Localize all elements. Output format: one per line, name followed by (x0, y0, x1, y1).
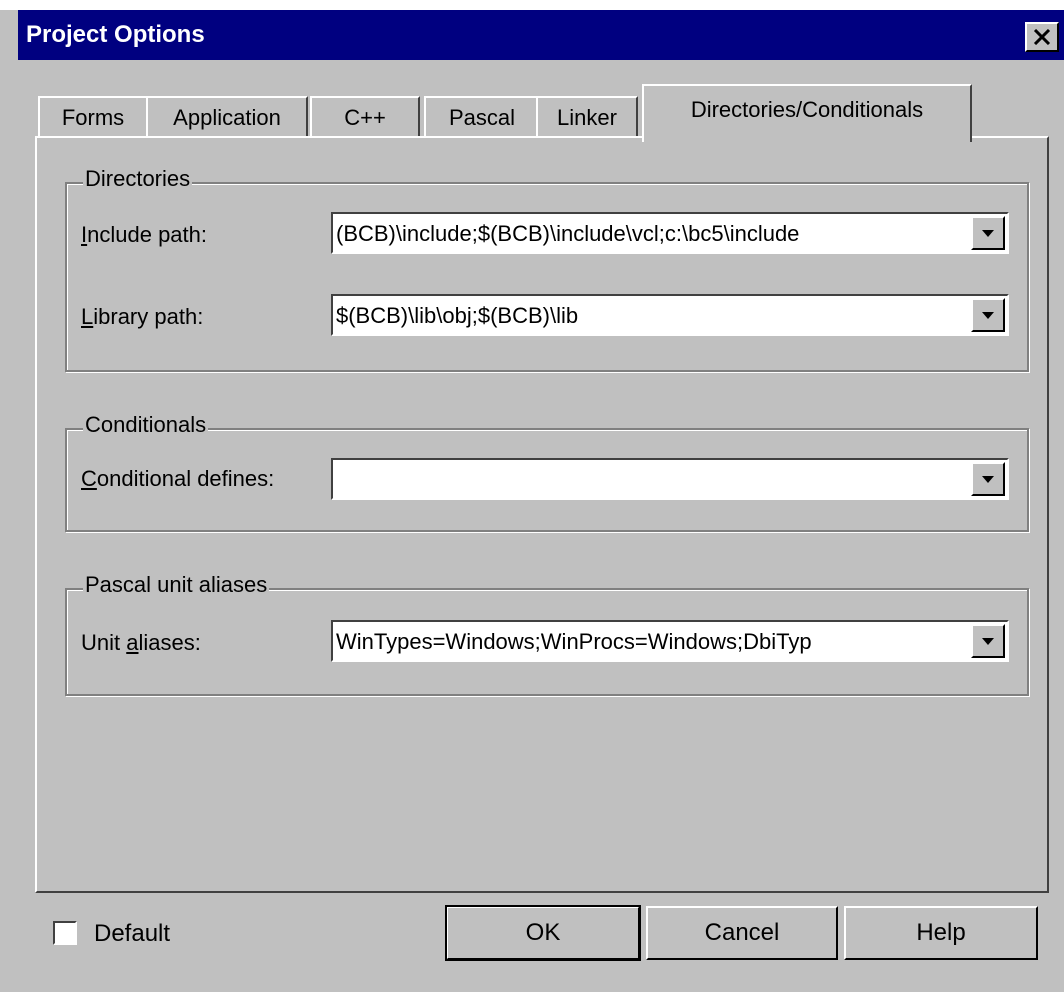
cancel-button[interactable]: Cancel (646, 906, 838, 960)
cancel-button-label: Cancel (704, 919, 780, 946)
tab-label: Directories/Conditionals (690, 97, 924, 122)
default-checkbox-label[interactable]: Default (94, 920, 170, 948)
conditionals-group-label: Conditionals (83, 412, 209, 438)
tab-linker[interactable]: Linker (536, 96, 638, 138)
tab-cpp[interactable]: C++ (310, 96, 420, 138)
chevron-down-icon (982, 311, 994, 319)
library-path-combo[interactable]: $(BCB)\lib\obj;$(BCB)\lib (331, 294, 1009, 336)
tab-label: C++ (344, 105, 386, 130)
default-checkbox[interactable] (53, 921, 77, 945)
help-button-label: Help (916, 919, 966, 946)
window-title: Project Options (26, 21, 205, 48)
unit-aliases-combo[interactable]: WinTypes=Windows;WinProcs=Windows;DbiTyp (331, 620, 1009, 662)
close-icon (1033, 29, 1051, 45)
help-button[interactable]: Help (844, 906, 1038, 960)
chevron-down-icon (982, 637, 994, 645)
include-path-dropdown-button[interactable] (971, 216, 1005, 250)
ok-button-label: OK (525, 919, 561, 946)
directories-group: Directories Include path: (BCB)\include;… (65, 166, 1029, 372)
conditional-defines-dropdown-button[interactable] (971, 462, 1005, 496)
tab-label: Linker (557, 105, 617, 130)
tab-forms[interactable]: Forms (38, 96, 148, 138)
tab-panel: Directories Include path: (BCB)\include;… (35, 136, 1049, 893)
conditional-defines-combo[interactable] (331, 458, 1009, 500)
conditionals-group: Conditionals Conditional defines: (65, 412, 1029, 532)
pascal-unit-aliases-group-label: Pascal unit aliases (83, 572, 270, 598)
include-path-label: Include path: (81, 222, 207, 247)
include-path-value: (BCB)\include;$(BCB)\include\vcl;c:\bc5\… (336, 221, 800, 246)
unit-aliases-dropdown-button[interactable] (971, 624, 1005, 658)
library-path-value: $(BCB)\lib\obj;$(BCB)\lib (336, 303, 579, 328)
tab-directories-conditionals[interactable]: Directories/Conditionals (642, 84, 972, 142)
chevron-down-icon (982, 475, 994, 483)
include-path-combo[interactable]: (BCB)\include;$(BCB)\include\vcl;c:\bc5\… (331, 212, 1009, 254)
library-path-dropdown-button[interactable] (971, 298, 1005, 332)
unit-aliases-value: WinTypes=Windows;WinProcs=Windows;DbiTyp (336, 629, 812, 654)
pascal-unit-aliases-group: Pascal unit aliases Unit aliases: WinTyp… (65, 572, 1029, 696)
project-options-dialog: Project Options Forms Application C++ Pa… (18, 10, 1064, 992)
tab-application[interactable]: Application (146, 96, 308, 138)
chevron-down-icon (982, 229, 994, 237)
unit-aliases-label: Unit aliases: (81, 630, 201, 655)
conditional-defines-label: Conditional defines: (81, 466, 275, 491)
top-strip (0, 0, 1064, 10)
close-button[interactable] (1025, 22, 1059, 52)
title-bar: Project Options (18, 10, 1064, 60)
tab-pascal[interactable]: Pascal (424, 96, 540, 138)
tab-label: Forms (61, 105, 125, 130)
tab-label: Pascal (448, 105, 516, 130)
library-path-label: Library path: (81, 304, 204, 329)
tab-label: Application (173, 105, 281, 130)
directories-group-label: Directories (83, 166, 193, 192)
ok-button[interactable]: OK (445, 905, 641, 961)
